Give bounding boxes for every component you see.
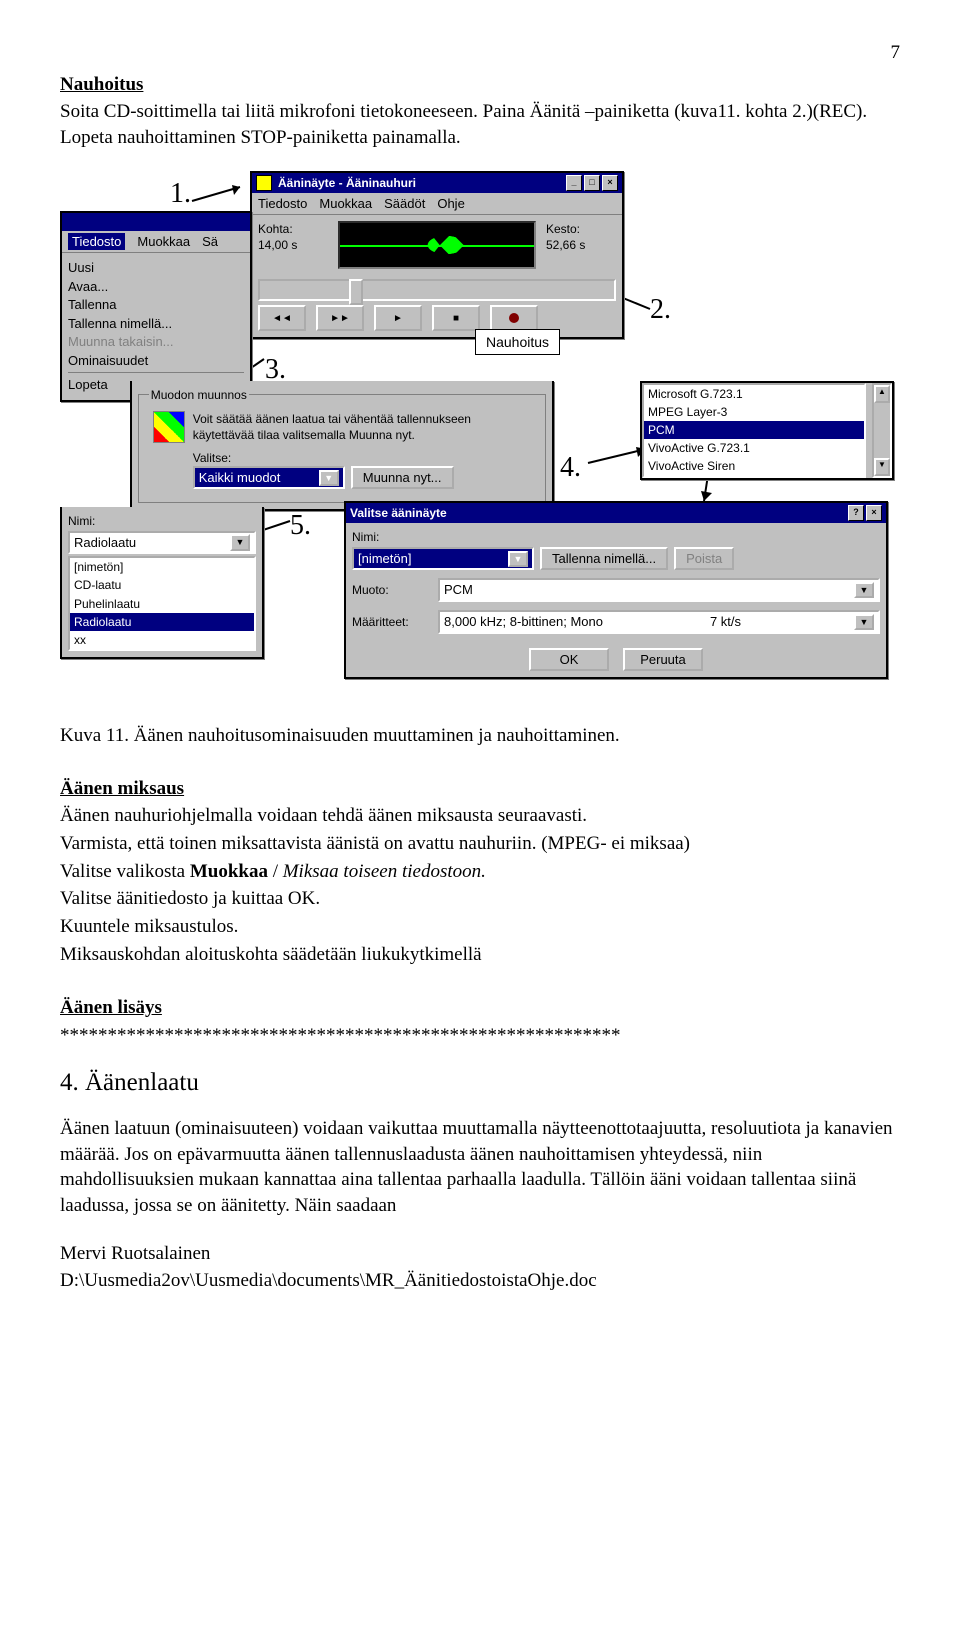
mix-line-6: Miksauskohdan aloituskohta säädetään liu…	[60, 942, 900, 968]
valitse-label: Valitse:	[193, 450, 532, 466]
maaritteet-combo[interactable]: 8,000 kHz; 8-bittinen; Mono 7 kt/s ▼	[438, 610, 880, 634]
win1-menubar: Tiedosto Muokkaa Säädöt Ohje	[252, 193, 622, 216]
ok-button[interactable]: OK	[529, 648, 609, 671]
rewind-button[interactable]: ◄◄	[258, 305, 306, 331]
nimi-combo-5[interactable]: Radiolaatu▼	[68, 531, 256, 555]
kohta-value: 14,00 s	[258, 237, 328, 253]
close-icon-6[interactable]: ×	[866, 505, 882, 521]
format-convert-panel: Muodon muunnos Voit säätää äänen laatua …	[130, 381, 554, 511]
sound-recorder-window: Ääninäyte - Ääninauhuri _ □ × Tiedosto M…	[250, 171, 624, 340]
codec-item-0[interactable]: Microsoft G.723.1	[644, 385, 864, 403]
close-icon[interactable]: ×	[602, 175, 618, 191]
minimize-icon[interactable]: _	[566, 175, 582, 191]
kohta-label: Kohta:	[258, 221, 328, 237]
menu-item-uusi[interactable]: Uusi	[68, 259, 244, 277]
figure-kuva11: 1. 2. 3. 4. 5. 6. Ääninäyte - Ääninauhur…	[60, 171, 900, 711]
waveform-display	[338, 221, 536, 269]
menu-muokkaa[interactable]: Muokkaa	[319, 195, 372, 213]
mix-line-1: Äänen nauhuriohjelmalla voidaan tehdä ää…	[60, 803, 900, 829]
maaritteet-label: Määritteet:	[352, 614, 432, 630]
forward-button[interactable]: ►►	[316, 305, 364, 331]
page-number: 7	[60, 40, 900, 66]
mix-line-5: Kuuntele miksaustulos.	[60, 914, 900, 940]
cancel-button[interactable]: Peruuta	[623, 648, 703, 671]
quality-panel: Nimi: Radiolaatu▼ [nimetön] CD-laatu Puh…	[60, 507, 264, 660]
footer-path: D:\Uusmedia2ov\Uusmedia\documents\MR_Ään…	[60, 1268, 900, 1294]
heading-miksaus: Äänen miksaus	[60, 778, 184, 799]
menu-item-tallenna[interactable]: Tallenna	[68, 296, 244, 314]
star-divider: ****************************************…	[60, 1023, 900, 1049]
position-slider[interactable]	[258, 279, 616, 301]
heading-nauhoitus: Nauhoitus	[60, 74, 143, 95]
convert-text: Voit säätää äänen laatua tai vähentää ta…	[193, 411, 532, 443]
q-item-1[interactable]: CD-laatu	[70, 576, 254, 594]
play-button[interactable]: ►	[374, 305, 422, 331]
q-item-3[interactable]: Radiolaatu	[70, 613, 254, 631]
nimi-label-5: Nimi:	[68, 513, 256, 529]
maaritteet-rate: 7 kt/s	[710, 613, 741, 631]
menu-sa[interactable]: Sä	[202, 233, 218, 251]
codec-item-2[interactable]: PCM	[644, 421, 864, 439]
poista-button: Poista	[674, 547, 734, 570]
codec-item-3[interactable]: VivoActive G.723.1	[644, 439, 864, 457]
codec-list: Microsoft G.723.1 MPEG Layer-3 PCM VivoA…	[640, 381, 894, 480]
menu-divider	[68, 372, 244, 373]
win6-title: Valitse ääninäyte	[350, 505, 447, 521]
figure-caption: Kuva 11. Äänen nauhoitusominaisuuden muu…	[60, 723, 900, 749]
menu-item-muunna-takaisin: Muunna takaisin...	[68, 333, 244, 351]
maximize-icon[interactable]: □	[584, 175, 600, 191]
footer-author: Mervi Ruotsalainen	[60, 1241, 900, 1267]
menu-item-avaa[interactable]: Avaa...	[68, 278, 244, 296]
quality-paragraph: Äänen laatuun (ominaisuuteen) voidaan va…	[60, 1116, 900, 1219]
menu-tiedosto-active[interactable]: Tiedosto	[68, 233, 125, 251]
win1-title: Ääninäyte - Ääninauhuri	[278, 175, 416, 191]
menu-ohje[interactable]: Ohje	[437, 195, 464, 213]
valitse-combo[interactable]: Kaikki muodot▼	[193, 466, 345, 490]
menu-item-tallenna-nimella[interactable]: Tallenna nimellä...	[68, 315, 244, 333]
file-menu-window: Tiedosto Muokkaa Sä Uusi Avaa... Tallenn…	[60, 211, 252, 402]
kesto-value: 52,66 s	[546, 237, 616, 253]
muoto-label: Muoto:	[352, 582, 432, 598]
q-item-0[interactable]: [nimetön]	[70, 558, 254, 576]
record-button[interactable]	[490, 305, 538, 331]
kesto-label: Kesto:	[546, 221, 616, 237]
mix-line-3: Valitse valikosta Muokkaa / Miksaa toise…	[60, 859, 900, 885]
muoto-combo[interactable]: PCM▼	[438, 578, 880, 602]
mix-line-2: Varmista, että toinen miksattavista ääni…	[60, 831, 900, 857]
heading-lisays: Äänen lisäys	[60, 997, 162, 1018]
menu-muokkaa-2[interactable]: Muokkaa	[137, 233, 190, 251]
help-icon[interactable]: ?	[848, 505, 864, 521]
mix-line-4: Valitse äänitiedosto ja kuittaa OK.	[60, 886, 900, 912]
speaker-icon	[256, 175, 272, 191]
menu-tiedosto[interactable]: Tiedosto	[258, 195, 307, 213]
select-sample-dialog: Valitse ääninäyte ? × Nimi: [nimetön]▼ T…	[344, 501, 888, 679]
tooltip-nauhoitus: Nauhoitus	[475, 329, 560, 356]
convert-icon	[153, 411, 185, 443]
heading-aanenlaatu: 4. Äänenlaatu	[60, 1066, 900, 1100]
nimi-combo-6[interactable]: [nimetön]▼	[352, 547, 534, 571]
codec-item-4[interactable]: VivoActive Siren	[644, 457, 864, 475]
menu-saadot[interactable]: Säädöt	[384, 195, 425, 213]
q-item-4[interactable]: xx	[70, 631, 254, 649]
q-item-2[interactable]: Puhelinlaatu	[70, 595, 254, 613]
codec-scrollbar[interactable]: ▲▼	[872, 383, 892, 478]
tallenna-nimella-button[interactable]: Tallenna nimellä...	[540, 547, 668, 570]
muunna-nyt-button[interactable]: Muunna nyt...	[351, 466, 454, 489]
menu-item-ominaisuudet[interactable]: Ominaisuudet	[68, 352, 244, 370]
annot-4: 4.	[560, 449, 581, 487]
intro-text: Soita CD-soittimella tai liitä mikrofoni…	[60, 99, 900, 150]
stop-button[interactable]: ■	[432, 305, 480, 331]
muodon-muunnos-label: Muodon muunnos	[149, 387, 249, 403]
codec-item-1[interactable]: MPEG Layer-3	[644, 403, 864, 421]
nimi-label-6: Nimi:	[352, 529, 880, 545]
